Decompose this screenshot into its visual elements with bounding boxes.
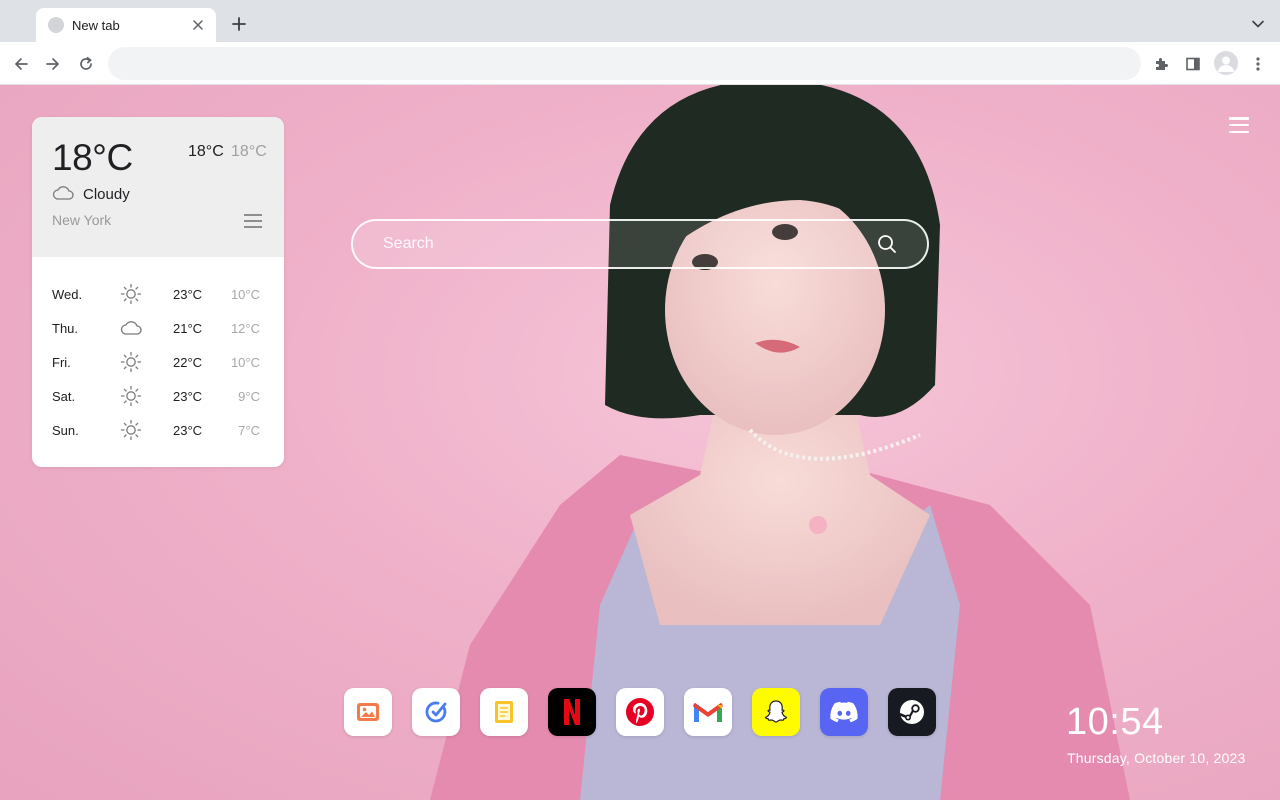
weather-city: New York [52, 212, 112, 228]
search-input[interactable] [353, 221, 873, 267]
sun-icon [120, 419, 142, 441]
forecast-row: Sun. 23°C 7°C [32, 413, 284, 447]
notes-icon[interactable] [480, 688, 528, 736]
forecast-day: Thu. [52, 321, 79, 336]
weather-widget: 18°C 18°C 18°C Cloudy New York Wed. 23°C 1… [32, 117, 284, 467]
new-tab-page: 18°C 18°C 18°C Cloudy New York Wed. 23°C 1… [0, 85, 1280, 800]
reload-icon[interactable] [73, 51, 99, 77]
forecast-high: 23°C [173, 423, 203, 438]
forecast-high: 22°C [173, 355, 203, 370]
puzzle-icon[interactable] [1148, 51, 1174, 77]
gmail-icon[interactable] [684, 688, 732, 736]
tab-title: New tab [72, 17, 120, 33]
weather-current: 18°C 18°C 18°C Cloudy New York [32, 117, 284, 257]
kebab-menu-icon[interactable] [1245, 51, 1271, 77]
arrow-right-icon[interactable] [40, 51, 66, 77]
forecast-row: Wed. 23°C 10°C [32, 277, 284, 311]
forecast-low: 7°C [238, 423, 260, 438]
tab-favicon-icon [48, 17, 64, 33]
search-box [351, 219, 929, 269]
forecast-high: 21°C [173, 321, 203, 336]
forecast-day: Sun. [52, 423, 79, 438]
sun-icon [120, 385, 142, 407]
gallery-icon[interactable] [344, 688, 392, 736]
clock-time: 10:54 [1066, 701, 1164, 743]
clock-date: Thursday, October 10, 2023 [1067, 750, 1246, 766]
checkmark-app-icon[interactable] [412, 688, 460, 736]
forecast-day: Wed. [52, 287, 83, 302]
app-dock [344, 688, 936, 736]
side-panel-icon[interactable] [1180, 51, 1206, 77]
forecast-high: 23°C [173, 287, 203, 302]
forecast-low: 12°C [230, 321, 260, 336]
page-menu-button[interactable] [1228, 115, 1250, 135]
avatar-icon[interactable] [1214, 51, 1238, 75]
address-bar[interactable] [108, 47, 1141, 80]
forecast-low: 10°C [230, 287, 260, 302]
forecast-day: Fri. [52, 355, 71, 370]
low-temperature: 18°C [231, 143, 267, 160]
arrow-left-icon[interactable] [8, 51, 34, 77]
forecast-day: Sat. [52, 389, 76, 404]
search-icon[interactable] [877, 234, 897, 254]
forecast-low: 10°C [230, 355, 260, 370]
weather-forecast: Wed. 23°C 10°C Thu. 21°C 12°C Fri. 22°C 10°C Sat.… [32, 277, 284, 447]
plus-icon[interactable] [228, 13, 250, 35]
forecast-high: 23°C [173, 389, 203, 404]
snapchat-icon[interactable] [752, 688, 800, 736]
high-temperature: 18°C [188, 143, 224, 160]
tab-strip: New tab [0, 0, 1280, 42]
browser-toolbar [0, 42, 1280, 85]
sun-icon [120, 351, 142, 373]
chevron-down-icon[interactable] [1248, 14, 1268, 34]
close-icon[interactable] [190, 17, 206, 33]
sun-icon [120, 283, 142, 305]
tab-new-tab[interactable]: New tab [36, 8, 216, 42]
steam-icon[interactable] [888, 688, 936, 736]
pinterest-icon[interactable] [616, 688, 664, 736]
netflix-icon[interactable] [548, 688, 596, 736]
forecast-row: Sat. 23°C 9°C [32, 379, 284, 413]
discord-icon[interactable] [820, 688, 868, 736]
forecast-row: Fri. 22°C 10°C [32, 345, 284, 379]
current-temperature: 18°C [52, 137, 133, 178]
weather-menu-button[interactable] [244, 214, 262, 228]
weather-condition: Cloudy [83, 186, 130, 203]
forecast-low: 9°C [238, 389, 260, 404]
cloud-icon [52, 186, 74, 200]
forecast-row: Thu. 21°C 12°C [32, 311, 284, 345]
cloud-icon [120, 317, 142, 339]
